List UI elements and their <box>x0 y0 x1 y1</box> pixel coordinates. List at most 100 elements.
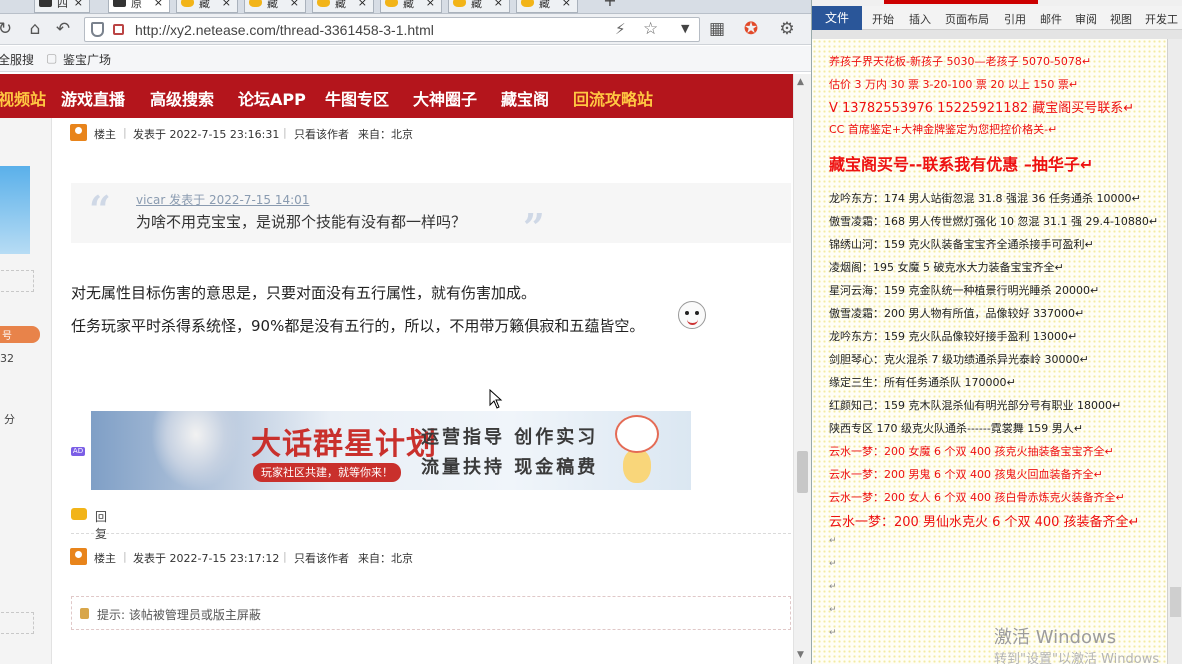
close-tab-icon[interactable]: × <box>154 0 163 9</box>
paragraph-mark: ↵ <box>829 559 837 569</box>
browser-tab[interactable]: 藏 × <box>312 0 374 13</box>
placeholder-box <box>0 612 34 634</box>
bookmark-star-icon[interactable]: ☆ <box>643 19 658 39</box>
forum-thread: 号 32 分 楼主 | 发表于 2022-7-15 23:16:31 | 只看该… <box>0 118 793 664</box>
doc-line[interactable]: 傲雪凌霜：168 男人传世燃灯强化 10 忽混 31.1 强 29.4-1088… <box>829 213 1158 229</box>
close-tab-icon[interactable]: × <box>494 0 503 9</box>
paragraph-mark: ↵ <box>829 605 837 615</box>
scrollbar-thumb[interactable] <box>797 451 808 493</box>
browser-tab-active[interactable]: 原 × <box>108 0 170 13</box>
user-info-column: 号 32 分 <box>0 118 52 664</box>
ad-badge: AD <box>71 447 85 456</box>
nav-link[interactable]: 视频站 <box>0 86 46 110</box>
scroll-down-icon[interactable]: ▼ <box>797 650 804 660</box>
insecure-page-icon[interactable] <box>113 24 124 35</box>
nav-link[interactable]: 高级搜索 <box>150 86 214 110</box>
new-tab-button[interactable]: + <box>598 0 622 13</box>
nav-link[interactable]: 大神圈子 <box>413 86 477 110</box>
post-from: 来自：北京 <box>358 552 413 565</box>
doc-line[interactable]: V 13782553976 15225921182 藏宝阁买号联系↵ <box>829 97 1134 116</box>
tab-label: 四 <box>57 0 68 10</box>
separator: | <box>283 126 287 139</box>
browser-tab[interactable]: 藏 × <box>448 0 510 13</box>
browser-window: 四 × 原 × 藏 × 藏 × 藏 × 藏 × 藏 × 藏 × + ↻ ⌂ ↶ … <box>0 0 811 664</box>
close-tab-icon[interactable]: × <box>562 0 571 9</box>
browser-tab[interactable]: 四 × <box>34 0 90 13</box>
doc-line[interactable]: 龙吟东方：174 男人站街忽混 31.8 强混 36 任务通杀 10000↵ <box>829 190 1141 206</box>
chevron-down-icon[interactable]: ▼ <box>681 22 689 35</box>
doc-line[interactable]: CC 首席鉴定+大神金牌鉴定为您把控价格关-↵ <box>829 121 1057 137</box>
doc-line[interactable]: 估价 3 万内 30 票 3-20-100 票 20 以上 150 票↵ <box>829 76 1078 92</box>
browser-tab[interactable]: 藏 × <box>516 0 578 13</box>
close-tab-icon[interactable]: × <box>74 0 83 9</box>
ribbon-tab[interactable]: 邮件 <box>1040 11 1062 27</box>
scroll-up-icon[interactable]: ▲ <box>797 77 804 87</box>
document-scrollbar[interactable] <box>1167 39 1182 664</box>
ribbon-tab[interactable]: 审阅 <box>1075 11 1097 27</box>
doc-line[interactable]: 龙吟东方：159 克火队品像较好接手盈利 13000↵ <box>829 328 1077 344</box>
cbg-icon <box>317 0 330 7</box>
nav-link[interactable]: 牛图专区 <box>325 86 389 110</box>
doc-line[interactable]: 云水一梦：200 女魔 6 个双 400 孩克火抽装备宝宝齐全↵ <box>829 443 1114 459</box>
wrench-icon[interactable]: ⚙ <box>776 18 798 40</box>
ribbon-tab[interactable]: 开始 <box>872 11 894 27</box>
close-tab-icon[interactable]: × <box>222 0 231 9</box>
post-text: 任务玩家平时杀得系统怪，90%都是没有五行的，所以，不用带万籁俱寂和五蕴皆空。 <box>71 317 645 335</box>
url-text[interactable]: http://xy2.netease.com/thread-3361458-3-… <box>135 22 434 38</box>
only-author-link[interactable]: 只看该作者 <box>294 550 349 566</box>
gamepad-icon[interactable]: ✪ <box>740 18 762 40</box>
doc-line[interactable]: 云水一梦：200 男鬼 6 个双 400 孩鬼火回血装备齐全↵ <box>829 466 1103 482</box>
address-bar[interactable]: http://xy2.netease.com/thread-3361458-3-… <box>84 17 700 42</box>
ribbon-tab[interactable]: 引用 <box>1004 11 1026 27</box>
promo-banner[interactable]: 大话群星计划 玩家社区共建，就等你来！ 运营指导 创作实习 流量扶持 现金稿费 <box>91 411 691 490</box>
close-tab-icon[interactable]: × <box>290 0 299 9</box>
site-navigation: 视频站 游戏直播 高级搜索 论坛APP 牛图专区 大神圈子 藏宝阁 回流攻略站 <box>0 74 811 118</box>
lightning-icon[interactable]: ⚡ <box>615 20 626 38</box>
ribbon-tab[interactable]: 开发工 <box>1145 11 1178 27</box>
doc-line[interactable]: 红颜知己：159 克木队混杀仙有明光部分号有职业 18000↵ <box>829 397 1121 413</box>
close-tab-icon[interactable]: × <box>426 0 435 9</box>
browser-tab[interactable]: 藏 × <box>380 0 442 13</box>
tab-file[interactable]: 文件 <box>812 6 862 30</box>
nav-link[interactable]: 藏宝阁 <box>501 86 549 110</box>
user-avatar-image[interactable] <box>0 166 30 254</box>
close-tab-icon[interactable]: × <box>358 0 367 9</box>
scrollbar-thumb[interactable] <box>1170 587 1181 617</box>
paragraph-mark: ↵ <box>829 536 837 546</box>
grid-icon[interactable]: ▦ <box>706 18 728 40</box>
bookmark-item[interactable]: 鉴宝广场 <box>63 51 111 68</box>
doc-line[interactable]: 缘定三生：所有任务通杀队 170000↵ <box>829 374 1016 390</box>
ruler <box>812 30 1182 39</box>
doc-heading[interactable]: 藏宝阁买号--联系我有优惠 –抽华子↵ <box>829 151 1093 175</box>
document-page[interactable]: 养孩子界天花板-新孩子 5030—老孩子 5070-5078↵ 估价 3 万内 … <box>812 39 1182 664</box>
browser-tab[interactable]: 藏 × <box>176 0 238 13</box>
nav-link[interactable]: 回流攻略站 <box>573 86 653 110</box>
page-scrollbar[interactable]: ▲ ▼ <box>793 74 811 664</box>
nav-link[interactable]: 游戏直播 <box>61 86 125 110</box>
doc-line[interactable]: 剑胆琴心：克火混杀 7 级功绩通杀异光泰岭 30000↵ <box>829 351 1089 367</box>
doc-line[interactable]: 养孩子界天花板-新孩子 5030—老孩子 5070-5078↵ <box>829 53 1091 69</box>
quote-author[interactable]: vicar 发表于 2022-7-15 14:01 <box>136 191 309 208</box>
refresh-icon[interactable]: ↻ <box>0 18 16 40</box>
browser-tab[interactable]: 藏 × <box>244 0 306 13</box>
only-author-link[interactable]: 只看该作者 <box>294 126 349 142</box>
shield-icon[interactable] <box>91 22 104 37</box>
ribbon-tab[interactable]: 页面布局 <box>945 11 989 27</box>
doc-line[interactable]: 云水一梦：200 男仙水克火 6 个双 400 孩装备齐全↵ <box>829 511 1139 530</box>
ribbon-tab[interactable]: 插入 <box>909 11 931 27</box>
bookmark-item[interactable]: 全服搜 <box>0 51 34 68</box>
ribbon-tab[interactable]: 视图 <box>1110 11 1132 27</box>
doc-line[interactable]: 云水一梦：200 女人 6 个双 400 孩白骨赤炼克火装备齐全↵ <box>829 489 1125 505</box>
doc-line[interactable]: 锦绣山河：159 克火队装备宝宝齐全通杀接手可盈利↵ <box>829 236 1094 252</box>
undo-icon[interactable]: ↶ <box>52 18 74 40</box>
doc-line[interactable]: 傲雪凌霜：200 男人物有所值，品像较好 337000↵ <box>829 305 1084 321</box>
doc-line[interactable]: 陕西专区 170 级克火队通杀------霓裳舞 159 男人↵ <box>829 420 1083 436</box>
doc-line[interactable]: 凌烟阁：195 女魔 5 破克水大力装备宝宝齐全↵ <box>829 259 1064 275</box>
cbg-icon <box>181 0 194 7</box>
doc-line[interactable]: 星河云海：159 克金队统一种植景行明光睡杀 20000↵ <box>829 282 1099 298</box>
author-icon <box>70 548 87 565</box>
home-icon[interactable]: ⌂ <box>24 18 46 40</box>
nav-link[interactable]: 论坛APP <box>238 86 306 110</box>
user-stat: 32 <box>0 352 14 365</box>
quote-text: 为啥不用克宝宝，是说那个技能有没有都一样吗？ <box>136 213 467 231</box>
